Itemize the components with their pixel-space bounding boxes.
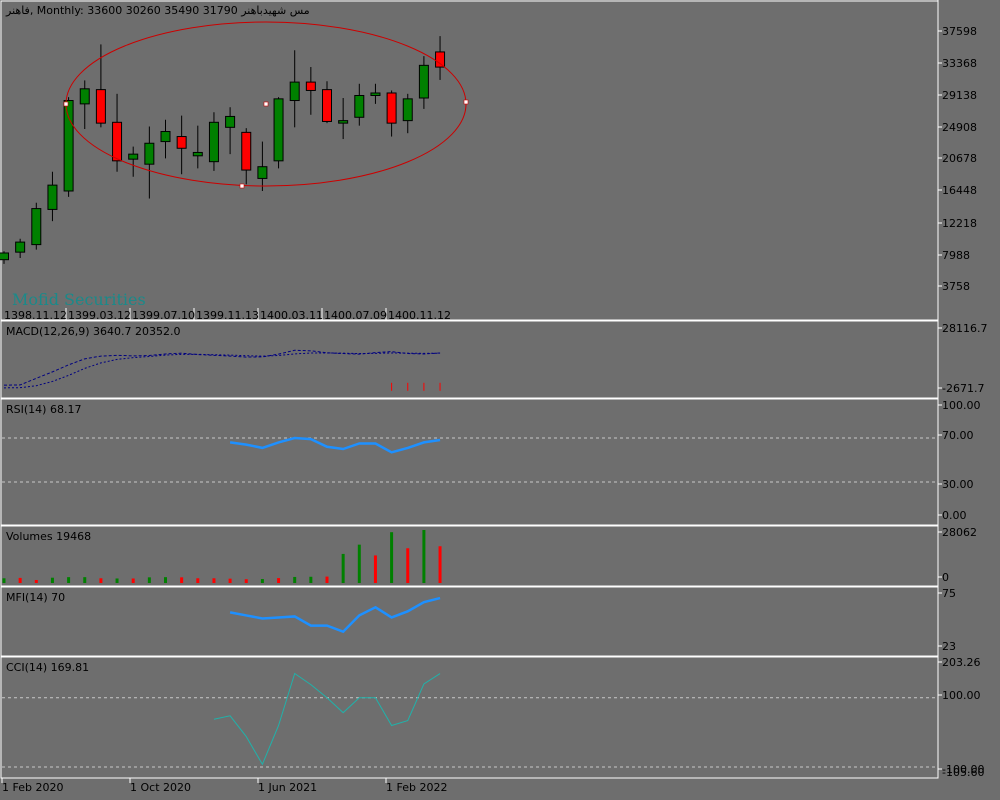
candle-body (418, 64, 429, 99)
macd-tick: 28116.7 (942, 322, 988, 335)
panel-frame (0, 656, 939, 779)
candle-body (208, 121, 219, 163)
rsi-line (229, 436, 441, 454)
rsi-tick: 0.00 (942, 509, 967, 522)
mfi-line (229, 596, 441, 634)
panel-frame (0, 586, 939, 657)
price-tick: 7988 (942, 249, 970, 262)
candle-body (435, 51, 446, 68)
price-tick: 33368 (942, 57, 977, 70)
price-tick: 3758 (942, 280, 970, 293)
candle-body (241, 131, 252, 171)
candle-body (386, 92, 397, 124)
watermark: Mofid Securities (12, 290, 146, 309)
candle-body (95, 89, 106, 124)
cci-tick: -105.60 (942, 766, 985, 779)
macd-tick: -2671.7 (942, 382, 985, 395)
volume-tick: 0 (942, 571, 949, 584)
candle-body (370, 92, 381, 96)
mfi-label: MFI(14) 70 (6, 591, 66, 604)
cci-label: CCI(14) 169.81 (6, 661, 90, 674)
mfi-plot (229, 596, 441, 634)
cci-tick: 203.26 (942, 656, 981, 669)
date-tick: 1400.07.09 (324, 309, 387, 322)
candle-body (160, 131, 171, 143)
volumes-label: Volumes 19468 (6, 530, 92, 543)
candle-body (31, 208, 42, 246)
ellipse-handle-left[interactable] (63, 101, 69, 107)
candle-body (112, 121, 123, 162)
mfi-tick: 75 (942, 587, 956, 600)
price-tick: 12218 (942, 217, 977, 230)
time-tick: 1 Oct 2020 (130, 781, 192, 794)
rsi-tick: 100.00 (942, 399, 981, 412)
cci-line (213, 672, 441, 766)
rsi-tick: 30.00 (942, 478, 974, 491)
macd-macd-line (3, 349, 441, 386)
time-tick: 1 Jun 2021 (258, 781, 318, 794)
candle-body (225, 115, 236, 128)
grid-lines (2, 437, 938, 768)
mfi-tick: 23 (942, 640, 956, 653)
panel-frames (0, 0, 942, 783)
macd-plot (3, 349, 441, 391)
time-tick: 1 Feb 2022 (386, 781, 448, 794)
candle-body (402, 98, 413, 122)
candle-body (273, 98, 284, 162)
candle-body (354, 94, 365, 118)
candle-body (0, 252, 9, 261)
date-tick: 1400.11.12 (388, 309, 451, 322)
ellipse-handle-top[interactable] (263, 101, 269, 107)
candle-body (144, 142, 155, 165)
panel-frame (0, 398, 939, 526)
price-tick: 24908 (942, 121, 977, 134)
price-tick: 20678 (942, 152, 977, 165)
candle-body (63, 100, 74, 192)
candle-body (322, 89, 332, 122)
ellipse-handle-bottom[interactable] (239, 183, 245, 189)
candle-body (128, 153, 139, 160)
date-tick: 1399.03.12 (68, 309, 131, 322)
candle-body (338, 120, 349, 124)
macd-label: MACD(12,26,9) 3640.7 20352.0 (6, 325, 181, 338)
main-header: فاهنر, Monthly: 33600 30260 35490 31790 … (6, 4, 310, 17)
candle-body (257, 166, 268, 179)
candle-body (79, 88, 90, 105)
panel-frame (0, 525, 939, 587)
ellipse-handle-right[interactable] (463, 99, 469, 105)
cci-plot (213, 672, 441, 766)
price-tick: 16448 (942, 184, 977, 197)
volume-tick: 28062 (942, 526, 977, 539)
trading-chart (0, 0, 942, 783)
candle-body (192, 151, 203, 157)
date-tick: 1400.03.11 (260, 309, 323, 322)
price-candles (0, 36, 446, 264)
date-tick: 1399.11.13 (196, 309, 259, 322)
price-tick: 37598 (942, 25, 977, 38)
price-tick: 29138 (942, 89, 977, 102)
rsi-plot (229, 436, 441, 454)
candle-body (47, 184, 58, 210)
cci-tick: 100.00 (942, 689, 981, 702)
rsi-tick: 70.00 (942, 429, 974, 442)
date-tick: 1399.07.10 (132, 309, 195, 322)
candle-body (176, 136, 187, 149)
candle-body (15, 241, 26, 253)
panel-frame (0, 0, 939, 321)
time-tick: 1 Feb 2020 (2, 781, 64, 794)
rsi-label: RSI(14) 68.17 (6, 403, 82, 416)
candle-body (289, 81, 300, 102)
date-tick: 1398.11.12 (4, 309, 67, 322)
macd-signal-line (3, 352, 441, 389)
candle-body (305, 81, 316, 91)
